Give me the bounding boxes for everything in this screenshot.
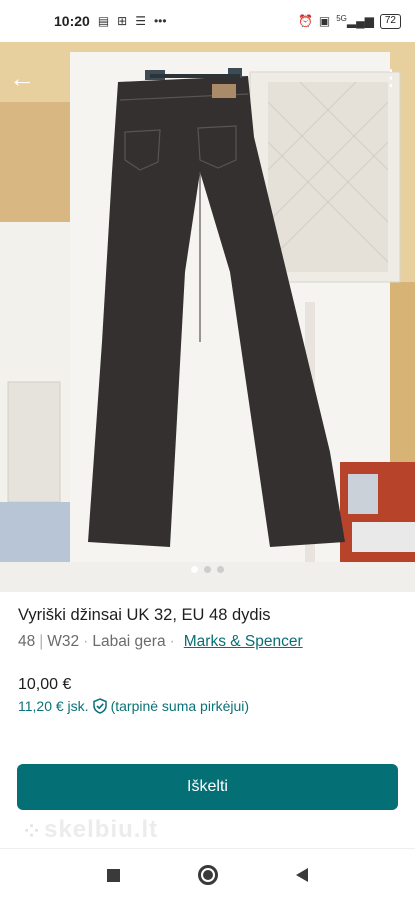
more-options-button[interactable]: ⋮ [377,64,405,92]
system-nav-bar [0,848,415,901]
buyer-price-note: (tarpinė suma pirkėjui) [110,698,250,714]
signal-icon: 5G▂▄▆ [336,14,374,28]
back-button[interactable]: ← [8,62,36,93]
sim-card-icon: ▤ [97,14,110,28]
pager-dot[interactable] [217,566,224,573]
square-icon [107,868,120,882]
bullet-separator: · [169,633,175,650]
list-icon: ☰ [135,14,146,28]
circle-icon [197,865,218,885]
buyer-price-row: 11,20 € jsk. (tarpinė suma pirkėjui) [18,698,249,714]
pager-dot[interactable] [204,566,211,573]
watermark: ⁘ skelbiu.lt [24,816,158,844]
jeans-photo [0,42,415,592]
shield-check-icon[interactable] [92,698,107,714]
listing-title: Vyriški džinsai UK 32, EU 48 dydis [18,606,271,624]
listing-meta: 48 | W32 · Labai gera · Marks & Spencer [18,633,398,651]
listing-photo[interactable]: ← ⋮ [0,42,415,592]
grid-icon: ⊞ [117,14,128,28]
system-back-button[interactable] [290,863,314,887]
promote-button[interactable]: Iškelti [17,764,398,810]
triangle-back-icon [295,868,308,882]
image-pager [0,566,415,573]
size-value: 48 [18,633,36,650]
bullet-separator: · [83,633,89,650]
arrow-left-icon: ← [9,62,35,93]
divider: | [39,633,44,650]
kebab-menu-icon: ⋮ [380,65,402,90]
watermark-text: skelbiu.lt [44,816,159,843]
price: 10,00 € [18,676,72,693]
battery-indicator: 72 [379,13,401,29]
watermark-logo-icon: ⁘ [24,821,41,841]
recents-button[interactable] [102,863,126,887]
home-button[interactable] [196,863,220,887]
alarm-icon: ⏰ [297,14,313,28]
status-bar: 10:20 ▤ ⊞ ☰ ••• ⏰ ▣ 5G▂▄▆ 72 [0,0,415,42]
signal-label: 5G [336,14,347,23]
condition-value: Labai gera [92,633,166,650]
brand-link[interactable]: Marks & Spencer [184,633,303,651]
buyer-price: 11,20 € jsk. [18,698,89,714]
status-time: 10:20 [54,13,90,29]
listing-details: Vyriški džinsai UK 32, EU 48 dydis 48 | … [18,606,398,651]
more-dots-icon: ••• [153,14,167,28]
pager-dot[interactable] [191,566,198,573]
volte-icon: ▣ [318,14,331,28]
waist-value: W32 [47,633,80,650]
